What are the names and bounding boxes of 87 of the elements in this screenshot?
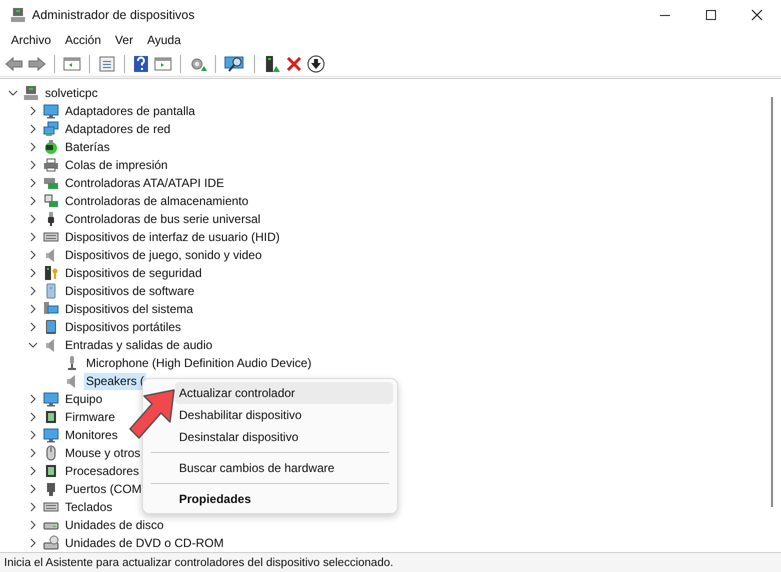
- computer-icon: [23, 85, 39, 102]
- card-icon: [43, 175, 59, 192]
- search-icon[interactable]: [224, 54, 246, 73]
- tree-item[interactable]: Colas de impresión: [63, 156, 170, 174]
- tree-item[interactable]: solveticpc: [43, 84, 100, 102]
- tree-item[interactable]: Baterías: [63, 138, 112, 156]
- tree-item[interactable]: Entradas y salidas de audio: [63, 336, 214, 354]
- scrollbar[interactable]: [771, 97, 773, 508]
- chevron-right-icon[interactable]: [28, 214, 38, 224]
- device-icon[interactable]: [263, 54, 281, 73]
- window-icon[interactable]: [63, 56, 81, 72]
- chevron-right-icon[interactable]: [28, 322, 38, 332]
- tree-item[interactable]: Unidades de disco: [63, 516, 166, 534]
- monitor-icon: [43, 391, 59, 408]
- tree-item[interactable]: Unidades de DVD o CD-ROM: [63, 534, 226, 552]
- tree-item[interactable]: Puertos (COM: [63, 480, 144, 498]
- chevron-right-icon[interactable]: [28, 268, 38, 278]
- context-menu-item[interactable]: Deshabilitar dispositivo: [175, 404, 393, 426]
- chevron-right-icon[interactable]: [28, 394, 38, 404]
- chevron-right-icon[interactable]: [28, 430, 38, 440]
- menu-item[interactable]: Archivo: [11, 32, 52, 47]
- chip-icon: [43, 409, 59, 426]
- properties-icon[interactable]: [98, 56, 116, 72]
- maximize-icon[interactable]: [705, 9, 717, 22]
- tree-item[interactable]: Dispositivos de software: [63, 282, 196, 300]
- computer-icon: [10, 7, 26, 24]
- chevron-right-icon[interactable]: [28, 160, 38, 170]
- chevron-right-icon[interactable]: [28, 196, 38, 206]
- close-icon[interactable]: [751, 9, 763, 22]
- help-icon[interactable]: [133, 54, 149, 73]
- tree-item[interactable]: Procesadores: [63, 462, 142, 480]
- chevron-right-icon[interactable]: [28, 484, 38, 494]
- context-menu-item[interactable]: Buscar cambios de hardware: [175, 457, 393, 479]
- chevron-down-icon[interactable]: [28, 340, 38, 350]
- monitor-icon: [43, 103, 59, 120]
- tree-item[interactable]: Adaptadores de pantalla: [63, 102, 198, 120]
- context-menu-item[interactable]: Desinstalar dispositivo: [175, 426, 393, 448]
- menu-item[interactable]: Ver: [115, 32, 134, 47]
- tree-item[interactable]: Dispositivos de interfaz de usuario (HID): [63, 228, 282, 246]
- chevron-right-icon[interactable]: [28, 538, 38, 548]
- storage-icon: [43, 193, 59, 210]
- chevron-right-icon[interactable]: [28, 502, 38, 512]
- tree-item[interactable]: Dispositivos del sistema: [63, 300, 196, 318]
- chevron-right-icon[interactable]: [28, 232, 38, 242]
- menu-item[interactable]: Ayuda: [147, 32, 181, 47]
- tree-item[interactable]: Mouse y otros: [63, 444, 142, 462]
- chevron-right-icon[interactable]: [28, 286, 38, 296]
- monitor-icon: [43, 427, 59, 444]
- tree-item[interactable]: Dispositivos portátiles: [63, 318, 184, 336]
- chevron-right-icon[interactable]: [28, 304, 38, 314]
- portable-icon: [43, 319, 59, 336]
- context-menu-item[interactable]: Propiedades: [175, 488, 393, 510]
- chevron-right-icon[interactable]: [28, 448, 38, 458]
- chevron-right-icon[interactable]: [28, 466, 38, 476]
- tree-item[interactable]: Controladoras de almacenamiento: [63, 192, 250, 210]
- forward-arrow-icon[interactable]: [28, 56, 46, 72]
- tree-item[interactable]: Firmware: [63, 408, 117, 426]
- chevron-right-icon[interactable]: [28, 106, 38, 116]
- chevron-right-icon[interactable]: [28, 412, 38, 422]
- chevron-right-icon[interactable]: [28, 142, 38, 152]
- back-arrow-icon[interactable]: [5, 56, 23, 72]
- status-text: Inicia el Asistente para actualizar controladores del dispositivo seleccionado.: [4, 556, 394, 569]
- tree-item[interactable]: Dispositivos de seguridad: [63, 264, 204, 282]
- chevron-right-icon[interactable]: [28, 178, 38, 188]
- chevron-down-icon[interactable]: [8, 88, 18, 98]
- chip-icon: [43, 463, 59, 480]
- printer-icon: [43, 157, 59, 174]
- network-icon: [43, 121, 59, 138]
- chevron-right-icon[interactable]: [28, 520, 38, 530]
- tree-item[interactable]: Dispositivos de juego, sonido y video: [63, 246, 264, 264]
- menu-item[interactable]: Acción: [65, 32, 102, 47]
- chevron-right-icon[interactable]: [28, 250, 38, 260]
- tree-item[interactable]: Monitores: [63, 426, 120, 444]
- download-icon[interactable]: [307, 54, 325, 73]
- chevron-right-icon[interactable]: [28, 124, 38, 134]
- tree-item[interactable]: Microphone (High Definition Audio Device): [84, 354, 314, 372]
- window-title: Administrador de dispositivos: [32, 8, 195, 22]
- battery-icon: [43, 139, 59, 156]
- tree-item[interactable]: Teclados: [63, 498, 114, 516]
- tree-item[interactable]: Controladoras de bus serie universal: [63, 210, 262, 228]
- window-icon[interactable]: [154, 56, 172, 72]
- security-icon: [43, 265, 59, 282]
- context-menu-item[interactable]: Actualizar controlador: [175, 382, 393, 404]
- tree-item[interactable]: Equipo: [63, 390, 104, 408]
- tree-item[interactable]: Controladoras ATA/ATAPI IDE: [63, 174, 226, 192]
- dvd-icon: [43, 535, 59, 552]
- tree-item[interactable]: Adaptadores de red: [63, 120, 172, 138]
